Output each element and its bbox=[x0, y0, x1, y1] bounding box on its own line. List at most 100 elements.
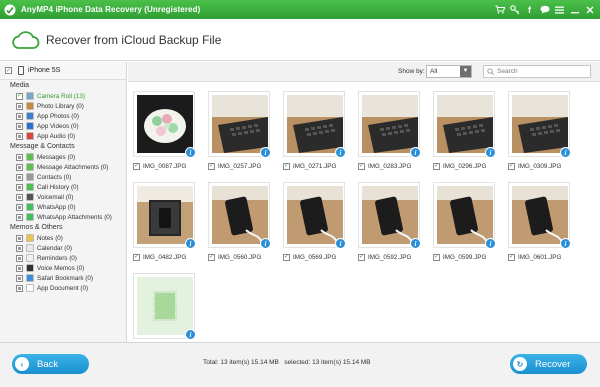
photo-thumbnail[interactable]: i bbox=[508, 91, 571, 158]
category-checkbox[interactable] bbox=[16, 122, 23, 130]
sidebar-item[interactable]: App Photos (0) bbox=[0, 111, 126, 121]
chevron-down-icon[interactable]: ▼ bbox=[460, 66, 471, 77]
photo-thumbnail[interactable]: i bbox=[208, 91, 271, 158]
search-input[interactable] bbox=[497, 68, 587, 75]
category-checkbox[interactable] bbox=[16, 234, 23, 242]
device-checkbox[interactable] bbox=[5, 67, 12, 74]
key-icon[interactable] bbox=[508, 3, 521, 16]
sidebar-item[interactable]: Reminders (0) bbox=[0, 253, 126, 263]
category-checkbox[interactable] bbox=[16, 92, 23, 100]
photo-checkbox[interactable] bbox=[358, 253, 365, 261]
recover-label: Recover bbox=[535, 358, 571, 370]
sidebar-item[interactable]: App Audio (0) bbox=[0, 131, 126, 141]
category-checkbox[interactable] bbox=[16, 244, 23, 252]
photo-checkbox[interactable] bbox=[433, 162, 440, 170]
show-by-select[interactable]: All ▼ bbox=[426, 65, 472, 78]
sidebar-item-label: Voice Memos (0) bbox=[37, 264, 85, 272]
sidebar-item[interactable]: Notes (0) bbox=[0, 233, 126, 243]
photo-thumbnail[interactable]: i bbox=[433, 91, 496, 158]
photo-checkbox[interactable] bbox=[283, 162, 290, 170]
info-icon[interactable]: i bbox=[410, 147, 421, 158]
photo-thumbnail[interactable]: i bbox=[283, 91, 346, 158]
info-icon[interactable]: i bbox=[560, 238, 571, 249]
photo-thumbnail[interactable]: i bbox=[133, 273, 196, 340]
sidebar-item[interactable]: Voice Memos (0) bbox=[0, 263, 126, 273]
device-row[interactable]: iPhone 5S bbox=[0, 62, 126, 80]
photo-thumbnail[interactable]: i bbox=[358, 182, 421, 249]
category-checkbox[interactable] bbox=[16, 254, 23, 262]
category-checkbox[interactable] bbox=[16, 213, 23, 221]
minimize-icon[interactable] bbox=[568, 3, 581, 16]
sidebar-item[interactable]: Contacts (0) bbox=[0, 172, 126, 182]
photo-thumbnail[interactable]: i bbox=[358, 91, 421, 158]
sidebar-item[interactable]: Messages (0) bbox=[0, 152, 126, 162]
photo-thumbnail[interactable]: i bbox=[508, 182, 571, 249]
photo-thumbnail[interactable]: i bbox=[208, 182, 271, 249]
page-title: Recover from iCloud Backup File bbox=[46, 32, 222, 47]
info-icon[interactable]: i bbox=[560, 147, 571, 158]
sidebar-item[interactable]: WhatsApp Attachments (0) bbox=[0, 212, 126, 222]
photo-caption: IMG_0283.JPG bbox=[358, 161, 411, 171]
photo-checkbox[interactable] bbox=[508, 162, 515, 170]
photo-checkbox[interactable] bbox=[433, 253, 440, 261]
photo-checkbox[interactable] bbox=[358, 162, 365, 170]
category-checkbox[interactable] bbox=[16, 153, 23, 161]
info-icon[interactable]: i bbox=[260, 147, 271, 158]
facebook-icon[interactable]: f bbox=[523, 3, 536, 16]
category-checkbox[interactable] bbox=[16, 264, 23, 272]
photo-thumbnail[interactable]: i bbox=[133, 91, 196, 158]
info-icon[interactable]: i bbox=[485, 238, 496, 249]
sidebar-item[interactable]: Call History (0) bbox=[0, 182, 126, 192]
info-icon[interactable]: i bbox=[185, 147, 196, 158]
photo-checkbox[interactable] bbox=[133, 253, 140, 261]
photo-checkbox[interactable] bbox=[208, 253, 215, 261]
info-icon[interactable]: i bbox=[185, 329, 196, 340]
photo-caption: IMG_0592.JPG bbox=[358, 252, 411, 262]
close-icon[interactable] bbox=[583, 3, 596, 16]
menu-icon[interactable] bbox=[553, 3, 566, 16]
category-checkbox[interactable] bbox=[16, 193, 23, 201]
chat-icon[interactable] bbox=[538, 3, 551, 16]
photo-checkbox[interactable] bbox=[508, 253, 515, 261]
sidebar-item[interactable]: App Document (0) bbox=[0, 283, 126, 293]
category-checkbox[interactable] bbox=[16, 112, 23, 120]
sidebar-item-label: Call History (0) bbox=[37, 183, 79, 191]
cart-icon[interactable] bbox=[493, 3, 506, 16]
category-checkbox[interactable] bbox=[16, 183, 23, 191]
category-checkbox[interactable] bbox=[16, 132, 23, 140]
photo-checkbox[interactable] bbox=[283, 253, 290, 261]
category-checkbox[interactable] bbox=[16, 203, 23, 211]
info-icon[interactable]: i bbox=[260, 238, 271, 249]
photo-thumbnail[interactable]: i bbox=[283, 182, 346, 249]
back-button[interactable]: ‹ Back bbox=[12, 354, 89, 374]
app-audio-icon bbox=[26, 132, 34, 140]
info-icon[interactable]: i bbox=[410, 238, 421, 249]
recover-button[interactable]: ↻ Recover bbox=[510, 354, 587, 374]
sidebar-item[interactable]: Camera Roll (13) bbox=[0, 91, 126, 101]
search-box[interactable] bbox=[483, 65, 591, 78]
sidebar-item[interactable]: WhatsApp (0) bbox=[0, 202, 126, 212]
sidebar-item[interactable]: Photo Library (0) bbox=[0, 101, 126, 111]
info-icon[interactable]: i bbox=[485, 147, 496, 158]
sidebar-item[interactable]: App Videos (0) bbox=[0, 121, 126, 131]
sidebar-item[interactable]: Safari Bookmark (0) bbox=[0, 273, 126, 283]
sidebar-item[interactable]: Voicemail (0) bbox=[0, 192, 126, 202]
search-icon bbox=[487, 68, 494, 75]
category-checkbox[interactable] bbox=[16, 274, 23, 282]
app-document-icon bbox=[26, 284, 34, 292]
sidebar-item[interactable]: Calendar (0) bbox=[0, 243, 126, 253]
photo-checkbox[interactable] bbox=[133, 162, 140, 170]
message-attachments-icon bbox=[26, 163, 34, 171]
category-checkbox[interactable] bbox=[16, 163, 23, 171]
category-checkbox[interactable] bbox=[16, 102, 23, 110]
sidebar-item[interactable]: Message Attachments (0) bbox=[0, 162, 126, 172]
info-icon[interactable]: i bbox=[185, 238, 196, 249]
category-checkbox[interactable] bbox=[16, 284, 23, 292]
category-checkbox[interactable] bbox=[16, 173, 23, 181]
photo-checkbox[interactable] bbox=[208, 162, 215, 170]
info-icon[interactable]: i bbox=[335, 238, 346, 249]
photo-thumbnail[interactable]: i bbox=[133, 182, 196, 249]
info-icon[interactable]: i bbox=[335, 147, 346, 158]
photo-thumbnail[interactable]: i bbox=[433, 182, 496, 249]
contacts-icon bbox=[26, 173, 34, 181]
